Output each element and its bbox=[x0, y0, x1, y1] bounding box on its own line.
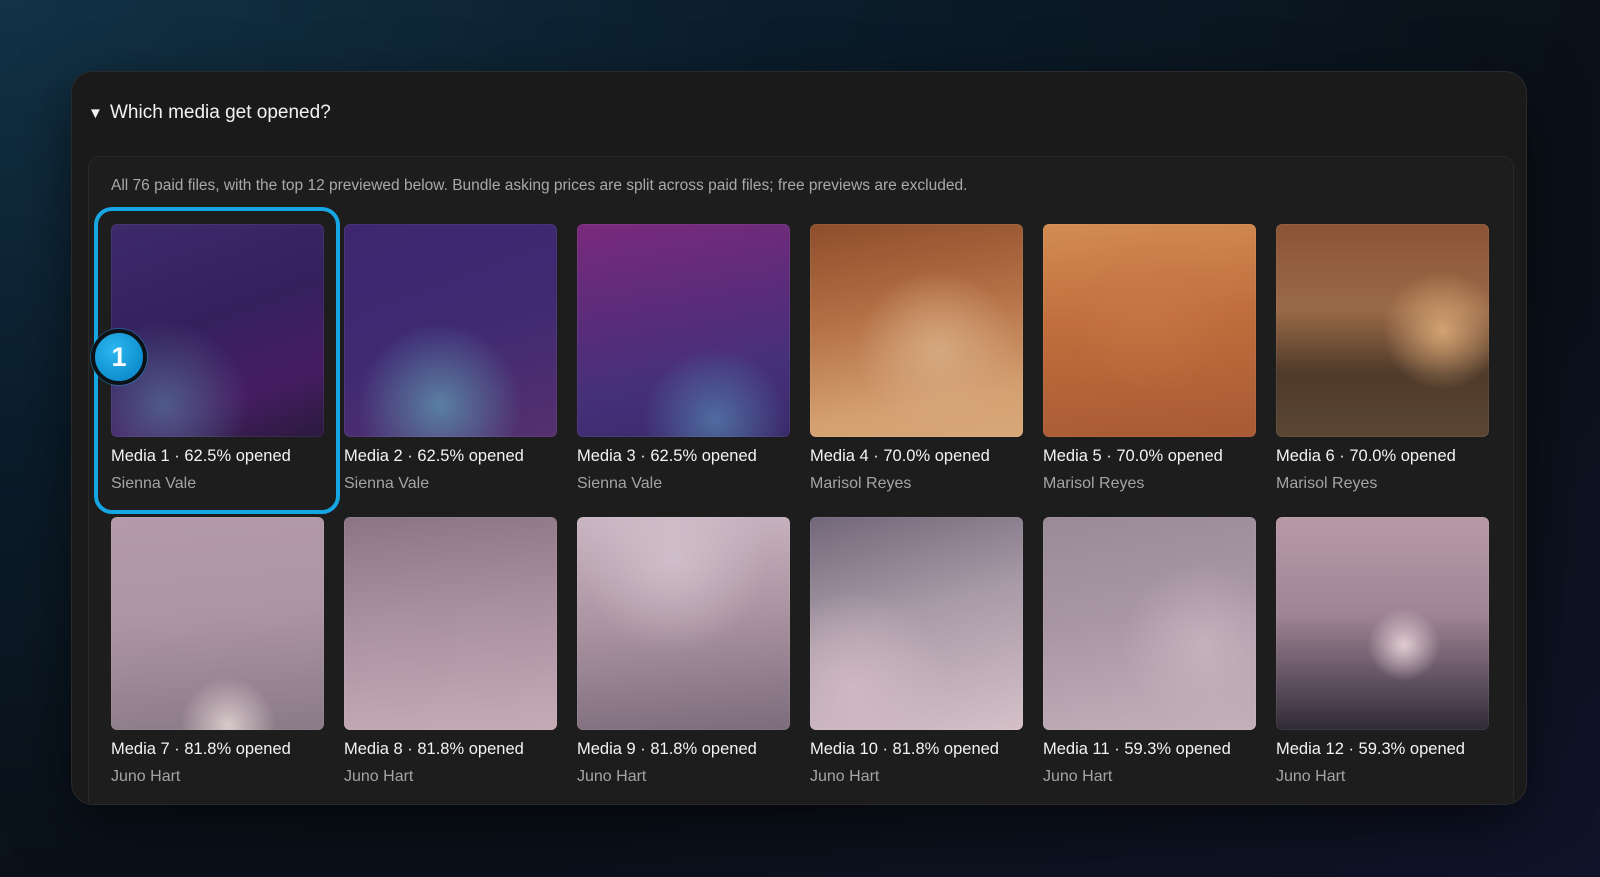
triangle-down-icon: ▼ bbox=[88, 104, 103, 122]
media-grid: Media 1 · 62.5% opened Sienna Vale Media… bbox=[111, 224, 1489, 804]
media-thumbnail[interactable] bbox=[810, 517, 1023, 730]
media-thumbnail[interactable] bbox=[810, 224, 1023, 437]
media-creator: Sienna Vale bbox=[111, 475, 197, 492]
media-title: Media 7 · 81.8% opened bbox=[111, 740, 291, 758]
media-creator: Juno Hart bbox=[577, 768, 647, 785]
media-thumbnail[interactable] bbox=[1043, 517, 1256, 730]
media-card-7[interactable]: Media 7 · 81.8% opened Juno Hart bbox=[111, 517, 324, 804]
media-thumbnail[interactable] bbox=[111, 517, 324, 730]
media-title: Media 6 · 70.0% opened bbox=[1276, 447, 1456, 465]
media-creator: Juno Hart bbox=[1276, 768, 1346, 785]
media-creator: Juno Hart bbox=[344, 768, 414, 785]
media-title: Media 10 · 81.8% opened bbox=[810, 740, 999, 758]
media-card-10[interactable]: Media 10 · 81.8% opened Juno Hart bbox=[810, 517, 1023, 804]
media-card-2[interactable]: Media 2 · 62.5% opened Sienna Vale bbox=[344, 224, 557, 517]
media-opened-panel: ▼ Which media get opened? All 76 paid fi… bbox=[71, 71, 1527, 805]
media-thumbnail[interactable] bbox=[577, 224, 790, 437]
media-card-11[interactable]: Media 11 · 59.3% opened Juno Hart bbox=[1043, 517, 1256, 804]
media-creator: Juno Hart bbox=[810, 768, 880, 785]
media-creator: Marisol Reyes bbox=[1043, 475, 1145, 492]
media-section-body: All 76 paid files, with the top 12 previ… bbox=[88, 156, 1514, 804]
media-title: Media 11 · 59.3% opened bbox=[1043, 740, 1231, 758]
media-title: Media 4 · 70.0% opened bbox=[810, 447, 990, 465]
media-title: Media 2 · 62.5% opened bbox=[344, 447, 524, 465]
media-thumbnail[interactable] bbox=[577, 517, 790, 730]
media-creator: Marisol Reyes bbox=[1276, 475, 1378, 492]
media-thumbnail[interactable] bbox=[344, 224, 557, 437]
media-thumbnail[interactable] bbox=[344, 517, 557, 730]
media-title: Media 12 · 59.3% opened bbox=[1276, 740, 1465, 758]
media-creator: Juno Hart bbox=[1043, 768, 1113, 785]
media-card-9[interactable]: Media 9 · 81.8% opened Juno Hart bbox=[577, 517, 790, 804]
media-creator: Sienna Vale bbox=[577, 475, 663, 492]
section-toggle[interactable]: ▼ Which media get opened? bbox=[88, 98, 331, 128]
media-creator: Juno Hart bbox=[111, 768, 181, 785]
media-title: Media 9 · 81.8% opened bbox=[577, 740, 757, 758]
media-title: Media 3 · 62.5% opened bbox=[577, 447, 757, 465]
callout-number-badge: 1 bbox=[91, 329, 147, 385]
media-thumbnail[interactable] bbox=[1043, 224, 1256, 437]
media-card-6[interactable]: Media 6 · 70.0% opened Marisol Reyes bbox=[1276, 224, 1489, 517]
media-card-12[interactable]: Media 12 · 59.3% opened Juno Hart bbox=[1276, 517, 1489, 804]
media-card-5[interactable]: Media 5 · 70.0% opened Marisol Reyes bbox=[1043, 224, 1256, 517]
media-title: Media 1 · 62.5% opened bbox=[111, 447, 291, 465]
media-title: Media 5 · 70.0% opened bbox=[1043, 447, 1223, 465]
section-caption: All 76 paid files, with the top 12 previ… bbox=[111, 177, 968, 194]
media-thumbnail[interactable] bbox=[1276, 224, 1489, 437]
media-creator: Marisol Reyes bbox=[810, 475, 912, 492]
media-thumbnail[interactable] bbox=[111, 224, 324, 437]
section-title: Which media get opened? bbox=[110, 102, 331, 123]
media-card-4[interactable]: Media 4 · 70.0% opened Marisol Reyes bbox=[810, 224, 1023, 517]
media-title: Media 8 · 81.8% opened bbox=[344, 740, 524, 758]
media-card-3[interactable]: Media 3 · 62.5% opened Sienna Vale bbox=[577, 224, 790, 517]
media-creator: Sienna Vale bbox=[344, 475, 430, 492]
media-thumbnail[interactable] bbox=[1276, 517, 1489, 730]
media-card-8[interactable]: Media 8 · 81.8% opened Juno Hart bbox=[344, 517, 557, 804]
